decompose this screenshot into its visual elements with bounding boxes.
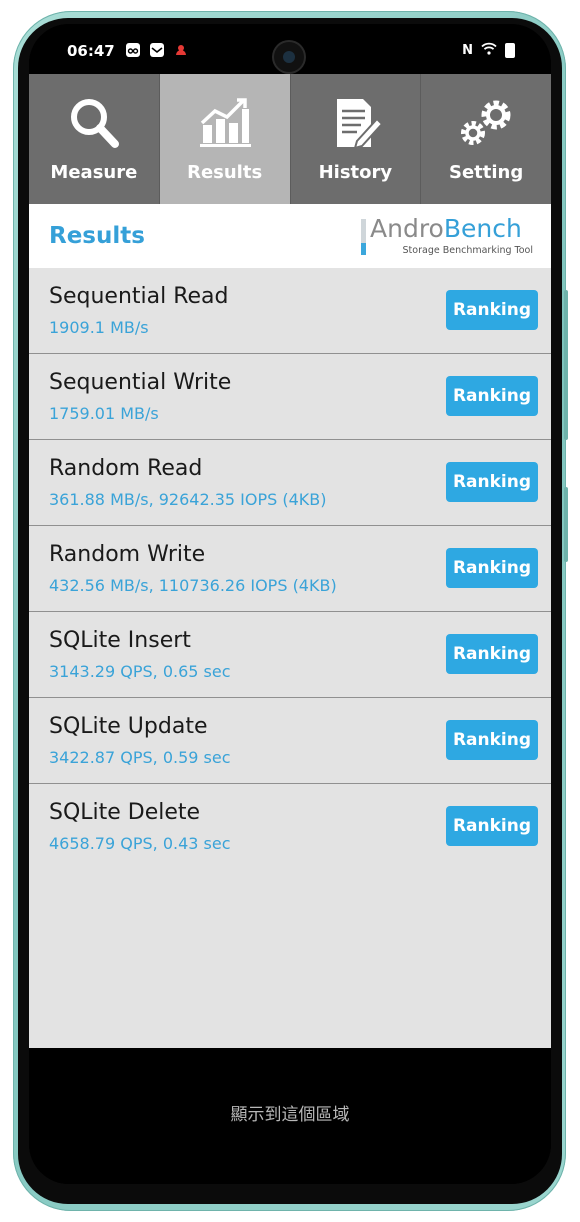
tab-label: Setting bbox=[449, 162, 524, 183]
link-icon bbox=[126, 43, 140, 57]
magnifier-icon bbox=[29, 92, 159, 154]
status-bar: 06:47 N bbox=[29, 24, 551, 74]
result-title: SQLite Update bbox=[49, 714, 208, 739]
result-title: Random Write bbox=[49, 542, 206, 567]
result-value: 1759.01 MB/s bbox=[49, 404, 159, 423]
result-row: Sequential Write 1759.01 MB/s Ranking bbox=[29, 354, 551, 440]
ranking-button[interactable]: Ranking bbox=[446, 290, 538, 330]
result-title: Sequential Read bbox=[49, 284, 229, 309]
android-alert-icon bbox=[174, 43, 188, 57]
bottom-area-text: 顯示到這個區域 bbox=[230, 1105, 350, 1125]
tab-results[interactable]: Results bbox=[159, 74, 291, 204]
tab-setting[interactable]: Setting bbox=[421, 74, 551, 204]
logo-name: AndroBench bbox=[370, 214, 522, 243]
results-list: Sequential Read 1909.1 MB/s Ranking Sequ… bbox=[29, 268, 551, 1048]
result-title: Sequential Write bbox=[49, 370, 232, 395]
page-title: Results bbox=[49, 223, 145, 249]
battery-icon bbox=[505, 43, 515, 58]
bottom-display-area: 顯示到這個區域 bbox=[29, 1048, 551, 1184]
status-icons: N bbox=[462, 42, 515, 59]
screen: 06:47 N Measure Results History Setting … bbox=[29, 24, 551, 1184]
result-value: 361.88 MB/s, 92642.35 IOPS (4KB) bbox=[49, 490, 327, 509]
result-row: Random Write 432.56 MB/s, 110736.26 IOPS… bbox=[29, 526, 551, 612]
result-row: SQLite Update 3422.87 QPS, 0.59 sec Rank… bbox=[29, 698, 551, 784]
tab-bar: Measure Results History Setting bbox=[29, 74, 551, 204]
result-title: Random Read bbox=[49, 456, 203, 481]
result-value: 3143.29 QPS, 0.65 sec bbox=[49, 662, 231, 681]
ranking-button[interactable]: Ranking bbox=[446, 806, 538, 846]
tab-label: History bbox=[318, 162, 393, 183]
ranking-button[interactable]: Ranking bbox=[446, 376, 538, 416]
result-value: 4658.79 QPS, 0.43 sec bbox=[49, 834, 231, 853]
wifi-icon bbox=[481, 42, 497, 59]
result-value: 3422.87 QPS, 0.59 sec bbox=[49, 748, 231, 767]
logo-bar bbox=[361, 219, 366, 255]
document-pencil-icon bbox=[291, 92, 421, 154]
logo-tagline: Storage Benchmarking Tool bbox=[402, 245, 533, 256]
gears-icon bbox=[421, 92, 551, 154]
ranking-button[interactable]: Ranking bbox=[446, 720, 538, 760]
bar-chart-icon bbox=[160, 92, 290, 154]
result-value: 1909.1 MB/s bbox=[49, 318, 149, 337]
power-button bbox=[564, 487, 568, 562]
front-camera bbox=[274, 42, 304, 72]
results-header: Results AndroBench Storage Benchmarking … bbox=[29, 204, 551, 269]
tab-measure[interactable]: Measure bbox=[29, 74, 160, 204]
result-title: SQLite Delete bbox=[49, 800, 201, 825]
tab-history[interactable]: History bbox=[290, 74, 422, 204]
result-value: 432.56 MB/s, 110736.26 IOPS (4KB) bbox=[49, 576, 337, 595]
ranking-button[interactable]: Ranking bbox=[446, 548, 538, 588]
androbench-logo: AndroBench Storage Benchmarking Tool bbox=[361, 214, 533, 257]
status-time: 06:47 bbox=[67, 42, 115, 60]
result-title: SQLite Insert bbox=[49, 628, 191, 653]
volume-button bbox=[564, 290, 568, 440]
nfc-icon: N bbox=[462, 43, 473, 58]
result-row: Random Read 361.88 MB/s, 92642.35 IOPS (… bbox=[29, 440, 551, 526]
tab-label: Results bbox=[187, 162, 263, 183]
result-row: SQLite Delete 4658.79 QPS, 0.43 sec Rank… bbox=[29, 784, 551, 869]
ranking-button[interactable]: Ranking bbox=[446, 462, 538, 502]
result-row: Sequential Read 1909.1 MB/s Ranking bbox=[29, 268, 551, 354]
tab-label: Measure bbox=[50, 162, 138, 183]
result-row: SQLite Insert 3143.29 QPS, 0.65 sec Rank… bbox=[29, 612, 551, 698]
ranking-button[interactable]: Ranking bbox=[446, 634, 538, 674]
mail-icon bbox=[150, 43, 164, 57]
